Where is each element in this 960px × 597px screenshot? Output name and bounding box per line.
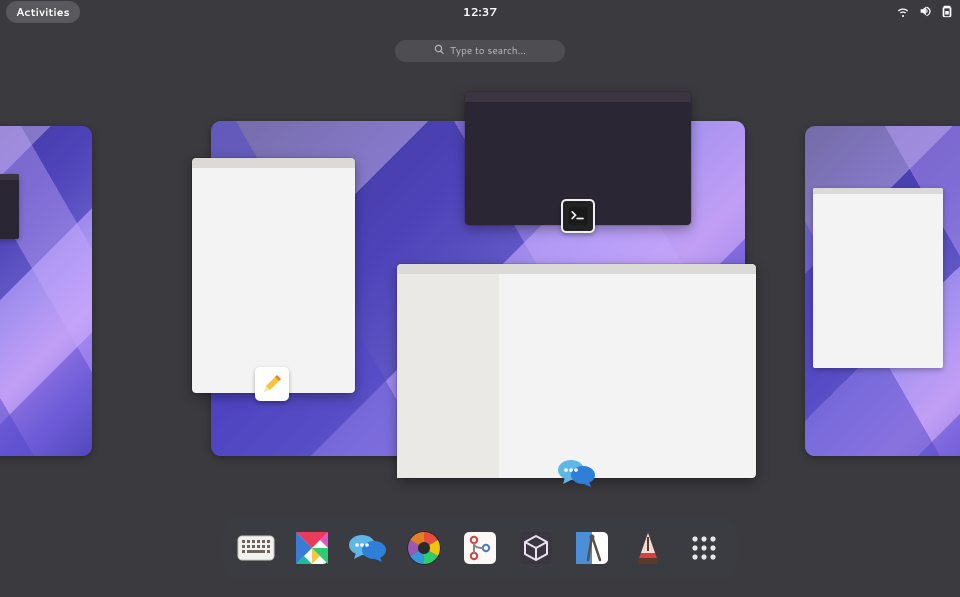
window-titlebar	[192, 158, 355, 168]
window-titlebar	[397, 264, 756, 274]
power-icon	[940, 1, 954, 24]
gitg-app[interactable]	[458, 526, 502, 570]
window-titlebar	[465, 92, 691, 102]
search-placeholder: Type to search…	[450, 44, 526, 58]
chat-icon	[557, 456, 597, 490]
status-area[interactable]	[896, 1, 954, 24]
mini-window-terminal	[0, 174, 19, 239]
mini-window	[813, 188, 943, 368]
volume-icon	[918, 1, 932, 24]
search-icon	[434, 44, 445, 59]
show-apps-button[interactable]	[682, 526, 726, 570]
tangram-app[interactable]	[290, 526, 334, 570]
search-field[interactable]: Type to search…	[395, 40, 565, 62]
text-editor-icon	[255, 367, 289, 401]
dash	[222, 517, 738, 579]
top-panel: Activities 12:37	[0, 0, 960, 24]
workspace-previous[interactable]	[0, 126, 92, 456]
workspace-next[interactable]	[805, 126, 960, 456]
activities-button[interactable]: Activities	[6, 1, 80, 23]
terminal-icon	[561, 199, 595, 233]
window-sidebar	[397, 274, 499, 478]
keyboard-app[interactable]	[234, 526, 278, 570]
clock[interactable]: 12:37	[463, 4, 498, 20]
aperture-app[interactable]	[402, 526, 446, 570]
chat-app[interactable]	[346, 526, 390, 570]
metronome-app[interactable]	[626, 526, 670, 570]
tools-app[interactable]	[570, 526, 614, 570]
boxes-app[interactable]	[514, 526, 558, 570]
window-text-editor[interactable]	[192, 158, 355, 393]
network-wireless-icon	[896, 1, 910, 24]
window-chat[interactable]	[397, 264, 756, 478]
